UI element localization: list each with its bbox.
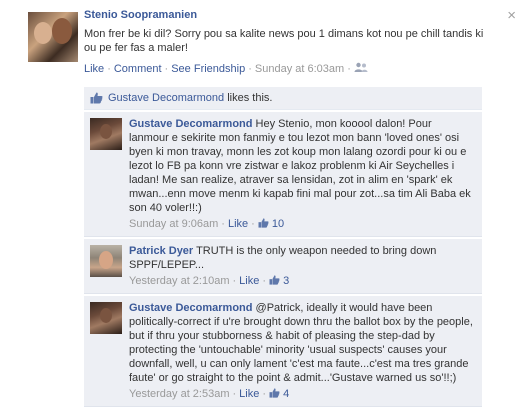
liker-name[interactable]: Gustave Decomarmond	[108, 92, 224, 104]
comments-section: Gustave Decomarmond likes this. Gustave …	[84, 87, 482, 407]
comment-meta: Yesterday at 2:53am · Like · 4	[129, 388, 290, 400]
comment: Gustave Decomarmond @Patrick, ideally it…	[84, 296, 482, 407]
avatar[interactable]	[90, 245, 122, 277]
comment: Patrick Dyer TRUTH is the only weapon ne…	[84, 239, 482, 294]
post-actions: Like · Comment · See Friendship · Sunday at 6:…	[84, 62, 504, 76]
thumbs-up-icon	[269, 388, 280, 398]
comment-like-link[interactable]: Like	[228, 218, 248, 230]
comment-like-count[interactable]: 3	[269, 275, 289, 287]
post-text: Mon frer be ki dil? Sorry pou sa kalite …	[84, 28, 484, 54]
avatar[interactable]	[90, 118, 122, 150]
post-author[interactable]: Stenio Soopramanien	[84, 8, 504, 22]
likes-suffix: likes this.	[224, 92, 273, 104]
comment-meta: Yesterday at 2:10am · Like · 3	[129, 275, 290, 287]
like-link[interactable]: Like	[84, 63, 104, 75]
comment-like-link[interactable]: Like	[239, 275, 259, 287]
thumbs-up-icon	[90, 92, 103, 104]
comment-author[interactable]: Gustave Decomarmond	[129, 118, 252, 130]
avatar[interactable]	[90, 302, 122, 334]
likes-summary: Gustave Decomarmond likes this.	[84, 87, 482, 110]
friends-icon[interactable]	[354, 62, 368, 75]
comment-timestamp[interactable]: Yesterday at 2:53am	[129, 388, 230, 400]
close-icon[interactable]: ×	[507, 8, 516, 23]
comment-like-count[interactable]: 4	[269, 388, 289, 400]
see-friendship-link[interactable]: See Friendship	[171, 63, 245, 75]
avatar[interactable]	[28, 12, 78, 62]
comment-text: @Patrick, ideally it would have been pol…	[129, 302, 473, 384]
comment-author[interactable]: Patrick Dyer	[129, 245, 193, 257]
comment-link[interactable]: Comment	[114, 63, 162, 75]
comment-text: Hey Stenio, mon kooool dalon! Pour lanmo…	[129, 118, 471, 214]
comment-like-count[interactable]: 10	[258, 218, 284, 230]
comment: Gustave Decomarmond Hey Stenio, mon kooo…	[84, 112, 482, 237]
comment-timestamp[interactable]: Yesterday at 2:10am	[129, 275, 230, 287]
comment-like-link[interactable]: Like	[239, 388, 259, 400]
post-timestamp[interactable]: Sunday at 6:03am	[255, 63, 344, 75]
comment-timestamp[interactable]: Sunday at 9:06am	[129, 218, 218, 230]
thumbs-up-icon	[258, 218, 269, 228]
comment-meta: Sunday at 9:06am · Like · 10	[129, 218, 285, 230]
thumbs-up-icon	[269, 275, 280, 285]
facebook-post-page: × Stenio Soopramanien Mon frer be ki dil…	[0, 0, 528, 416]
comment-author[interactable]: Gustave Decomarmond	[129, 302, 252, 314]
